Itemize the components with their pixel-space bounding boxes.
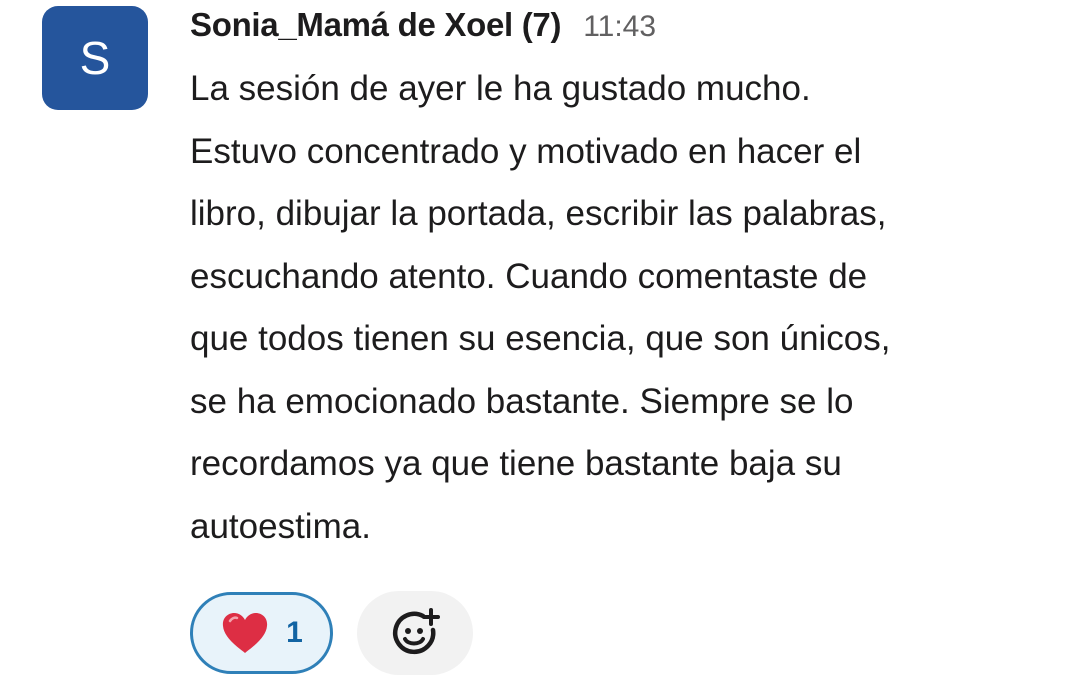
message-body: La sesión de ayer le ha gustado mucho. E…: [190, 58, 1050, 558]
message-line: libro, dibujar la portada, escribir las …: [190, 194, 887, 233]
message-line: que todos tienen su esencia, que son úni…: [190, 319, 891, 358]
reaction-bar: 1: [190, 591, 473, 675]
add-reaction-button[interactable]: [357, 591, 473, 675]
message-header: Sonia_Mamá de Xoel (7) 11:43: [190, 6, 656, 50]
message-line: Estuvo concentrado y motivado en hacer e…: [190, 131, 862, 171]
red-heart-icon: [223, 613, 268, 653]
reaction-count: 1: [286, 616, 303, 649]
message-line: escuchando atento. Cuando comentaste de: [190, 256, 868, 296]
avatar-initial: S: [79, 32, 111, 84]
heart-reaction-button[interactable]: 1: [190, 592, 333, 674]
add-emoji-icon: [392, 608, 440, 655]
message-line: La sesión de ayer le ha gustado mucho.: [190, 69, 811, 108]
chat-message: S Sonia_Mamá de Xoel (7) 11:43 La sesión…: [0, 0, 1079, 690]
message-line: se ha emocionado bastante. Siempre se lo: [190, 381, 854, 421]
message-timestamp[interactable]: 11:43: [583, 10, 656, 44]
sender-name[interactable]: Sonia_Mamá de Xoel (7): [190, 6, 561, 44]
message-line: recordamos ya que tiene bastante baja su: [190, 444, 842, 483]
message-line: autoestima.: [190, 506, 371, 546]
user-avatar[interactable]: S: [42, 6, 148, 110]
